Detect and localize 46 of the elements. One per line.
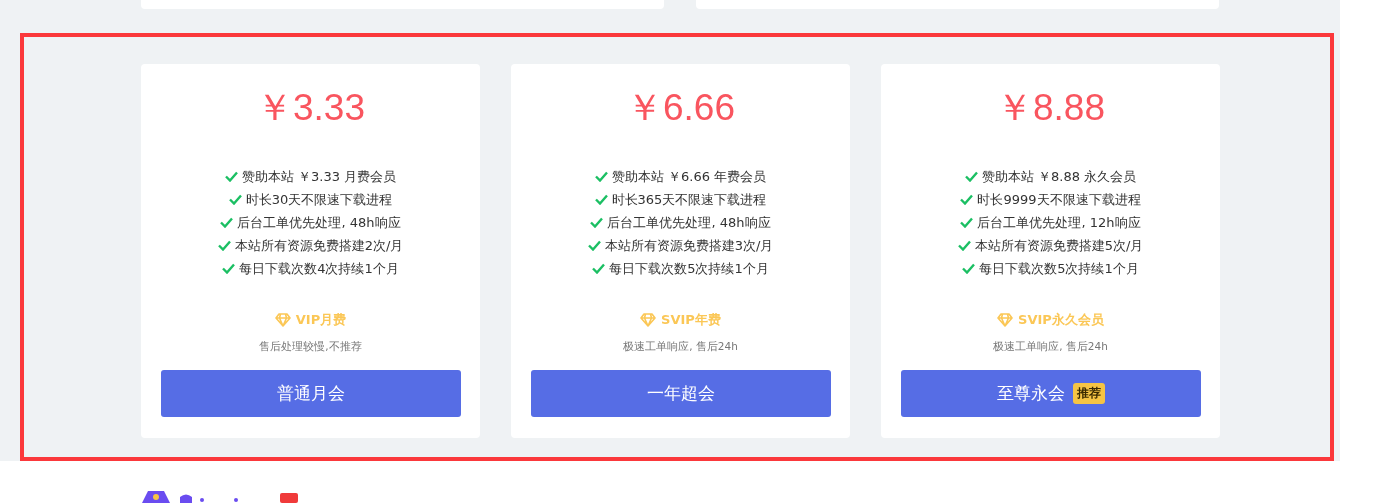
feature-text: 时长365天不限速下载进程 (611, 190, 767, 209)
diamond-icon (997, 313, 1014, 327)
check-icon (957, 240, 971, 251)
feature-text: 时长9999天不限速下载进程 (977, 190, 1141, 209)
check-icon (220, 217, 234, 228)
note-text: 售后处理较慢,不推荐 (259, 340, 362, 354)
note-text: 极速工单响应, 售后24h (623, 340, 738, 354)
tier-label: VIP月费 (295, 311, 347, 329)
check-icon (224, 171, 238, 182)
feature-text: 后台工单优先处理, 48h响应 (237, 213, 401, 232)
recommend-badge: 推荐 (1072, 383, 1105, 404)
feature-text: 后台工单优先处理, 48h响应 (607, 213, 771, 232)
check-icon (592, 263, 606, 274)
feature-text: 赞助本站 ￥6.66 年费会员 (611, 167, 767, 186)
check-icon (217, 240, 231, 251)
price: ￥8.88 (996, 86, 1105, 130)
diamond-icon (274, 313, 291, 327)
plan-button[interactable]: 至尊永会 推荐 (900, 370, 1201, 417)
feature-text: 后台工单优先处理, 12h响应 (977, 213, 1141, 232)
check-icon (594, 171, 608, 182)
check-icon (960, 217, 974, 228)
check-icon (590, 217, 604, 228)
feature-text: 本站所有资源免费搭建2次/月 (234, 236, 404, 255)
check-icon (222, 263, 236, 274)
check-icon (962, 263, 976, 274)
check-icon (964, 171, 978, 182)
feature-text: 本站所有资源免费搭建5次/月 (974, 236, 1144, 255)
feature-text: 每日下载次数4次持续1个月 (239, 259, 399, 278)
check-icon (228, 194, 242, 205)
feature-text: 每日下载次数5次持续1个月 (609, 259, 769, 278)
feature-text: 赞助本站 ￥3.33 月费会员 (241, 167, 397, 186)
feature-text: 每日下载次数5次持续1个月 (979, 259, 1139, 278)
check-icon (594, 194, 608, 205)
check-icon (960, 194, 974, 205)
feature-text: 本站所有资源免费搭建3次/月 (604, 236, 774, 255)
diamond-icon (640, 313, 657, 327)
price: ￥6.66 (626, 86, 735, 130)
plan-button[interactable]: 普通月会 (160, 370, 461, 417)
plan-button[interactable]: 一年超会 (530, 370, 831, 417)
tier-label: SVIP永久会员 (1018, 311, 1104, 329)
note-text: 极速工单响应, 售后24h (993, 340, 1108, 354)
feature-text: 时长30天不限速下载进程 (245, 190, 393, 209)
feature-text: 赞助本站 ￥8.88 永久会员 (981, 167, 1137, 186)
check-icon (587, 240, 601, 251)
price: ￥3.33 (256, 86, 365, 130)
tier-label: SVIP年费 (661, 311, 721, 329)
